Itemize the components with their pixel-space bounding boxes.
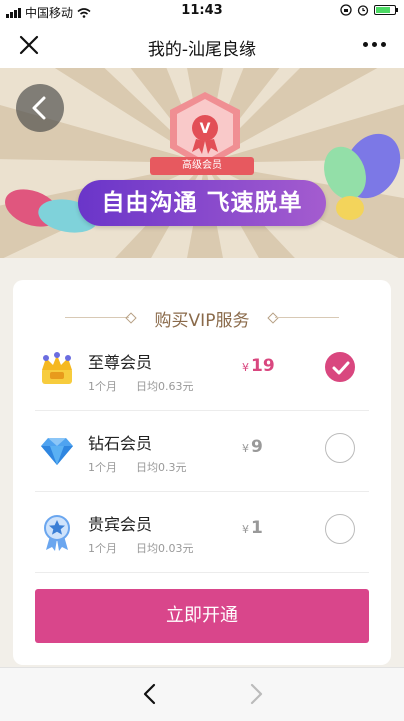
- vip-plan-price: ¥19: [242, 356, 275, 376]
- price-value: 19: [251, 356, 275, 376]
- forward-arrow-icon[interactable]: [246, 682, 266, 706]
- slogan: 自由沟通 飞速脱单: [78, 180, 326, 226]
- vip-plan-price: ¥9: [242, 437, 263, 457]
- vip-plan-duration: 1个月: [88, 461, 117, 474]
- badge-letter: V: [200, 121, 211, 137]
- title-divider-right: [275, 317, 339, 318]
- back-arrow-icon[interactable]: [140, 682, 160, 706]
- medal-icon: [44, 515, 70, 551]
- price-value: 1: [251, 518, 263, 538]
- plan-radio-selected[interactable]: [325, 352, 355, 382]
- vip-plan-daily: 日均0.63元: [136, 380, 194, 393]
- vip-plan-name: 至尊会员: [88, 353, 153, 372]
- nav-bar: 我的-汕尾良缘: [0, 22, 404, 68]
- vip-plan-duration: 1个月: [88, 380, 117, 393]
- plan-radio[interactable]: [325, 433, 355, 463]
- rotation-lock-icon: [340, 4, 352, 16]
- status-right: [340, 4, 398, 16]
- vip-plan-name: 钻石会员: [88, 434, 153, 453]
- status-bar: 中国移动 11:43: [0, 0, 404, 22]
- vip-plan-price: ¥1: [242, 518, 263, 538]
- vip-plan-name: 贵宾会员: [88, 515, 153, 534]
- plan-radio[interactable]: [325, 514, 355, 544]
- price-value: 9: [251, 437, 263, 457]
- chevron-left-icon: [32, 96, 46, 120]
- battery-icon: [374, 5, 398, 15]
- checkmark-icon: [332, 361, 350, 375]
- vip-plan-daily: 日均0.03元: [136, 542, 194, 555]
- more-icon[interactable]: [363, 42, 386, 47]
- vip-plan-row[interactable]: 至尊会员 1个月 日均0.63元 ¥19: [35, 330, 369, 410]
- row-divider: [35, 572, 369, 573]
- back-button[interactable]: [16, 84, 64, 132]
- vip-plan-daily: 日均0.3元: [136, 461, 187, 474]
- vip-plan-row[interactable]: 钻石会员 1个月 日均0.3元 ¥9: [35, 411, 369, 491]
- crown-icon: [42, 352, 72, 384]
- open-now-button[interactable]: 立即开通: [35, 589, 369, 643]
- badge-label: 高级会员: [150, 157, 254, 175]
- page-title: 我的-汕尾良缘: [147, 40, 257, 60]
- alarm-icon: [357, 5, 369, 16]
- vip-banner: V 高级会员 自由沟通 飞速脱单: [0, 68, 404, 258]
- vip-plan-duration: 1个月: [88, 542, 117, 555]
- browser-toolbar: [0, 667, 404, 721]
- diamond-icon: [41, 438, 73, 465]
- section-title: 购买VIP服务: [154, 311, 250, 331]
- currency-symbol: ¥: [242, 361, 249, 374]
- currency-symbol: ¥: [242, 442, 249, 455]
- currency-symbol: ¥: [242, 523, 249, 536]
- vip-plan-row[interactable]: 贵宾会员 1个月 日均0.03元 ¥1: [35, 492, 369, 572]
